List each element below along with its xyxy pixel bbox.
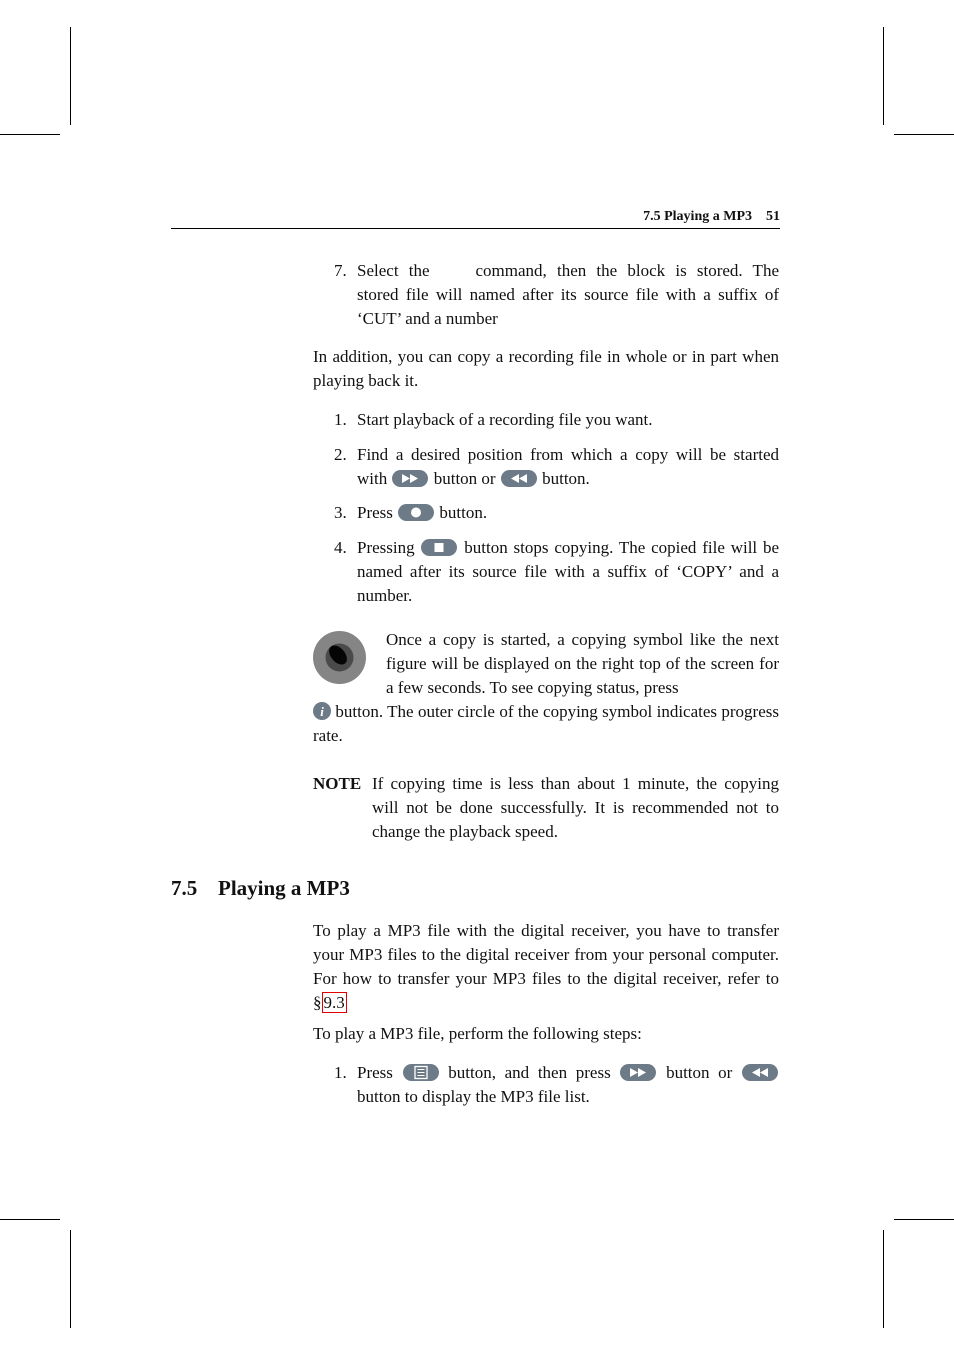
rewind-button-icon bbox=[742, 1064, 779, 1081]
info-button-icon: i bbox=[313, 702, 331, 720]
tip-text: Once a copy is started, a copying symbol… bbox=[386, 630, 779, 697]
running-header: 7.5 Playing a MP3 51 bbox=[171, 206, 780, 229]
crop-mark bbox=[0, 1219, 60, 1220]
note-label: NOTE bbox=[313, 774, 362, 793]
list-item: 4. Pressing button stops copying. The co… bbox=[334, 538, 780, 605]
paragraph: In addition, you can copy a recording fi… bbox=[313, 347, 779, 390]
page-number: 51 bbox=[766, 209, 780, 224]
item-number: 7. bbox=[334, 261, 347, 280]
tip-text-continued: i button. The outer circle of the copyin… bbox=[313, 702, 779, 745]
list-item: 3. Press button. bbox=[334, 503, 488, 522]
fast-forward-button-icon bbox=[620, 1064, 657, 1081]
list-item: 1. Press button, and then press button o… bbox=[334, 1061, 779, 1109]
fast-forward-button-icon bbox=[392, 470, 429, 487]
file-list-button-icon bbox=[402, 1064, 439, 1081]
section-number: 7.5 bbox=[171, 876, 198, 900]
crop-mark bbox=[70, 27, 71, 125]
section-reference-link[interactable]: 9.3 bbox=[321, 992, 347, 1013]
paragraph: To play a MP3 file with the digital rece… bbox=[313, 921, 779, 1013]
copying-symbol-icon bbox=[313, 631, 366, 684]
record-button-icon bbox=[398, 504, 435, 521]
section-heading: 7.5 Playing a MP3 bbox=[171, 876, 350, 901]
crop-mark bbox=[894, 134, 954, 135]
paragraph: To play a MP3 file, perform the followin… bbox=[313, 1024, 642, 1043]
section-title: Playing a MP3 bbox=[218, 876, 350, 900]
list-item: 2. Find a desired position from which a … bbox=[334, 445, 779, 488]
list-item: 7. Select the command, then the block is … bbox=[334, 261, 779, 328]
crop-mark bbox=[0, 134, 60, 135]
note-text: If copying time is less than about 1 min… bbox=[372, 774, 779, 841]
running-title: 7.5 Playing a MP3 bbox=[643, 209, 752, 224]
svg-text:i: i bbox=[320, 704, 324, 719]
crop-mark bbox=[883, 27, 884, 125]
stop-button-icon bbox=[421, 539, 458, 556]
crop-mark bbox=[894, 1219, 954, 1220]
list-item: 1. Start playback of a recording file yo… bbox=[334, 410, 653, 429]
crop-mark bbox=[883, 1230, 884, 1328]
rewind-button-icon bbox=[500, 470, 537, 487]
crop-mark bbox=[70, 1230, 71, 1328]
